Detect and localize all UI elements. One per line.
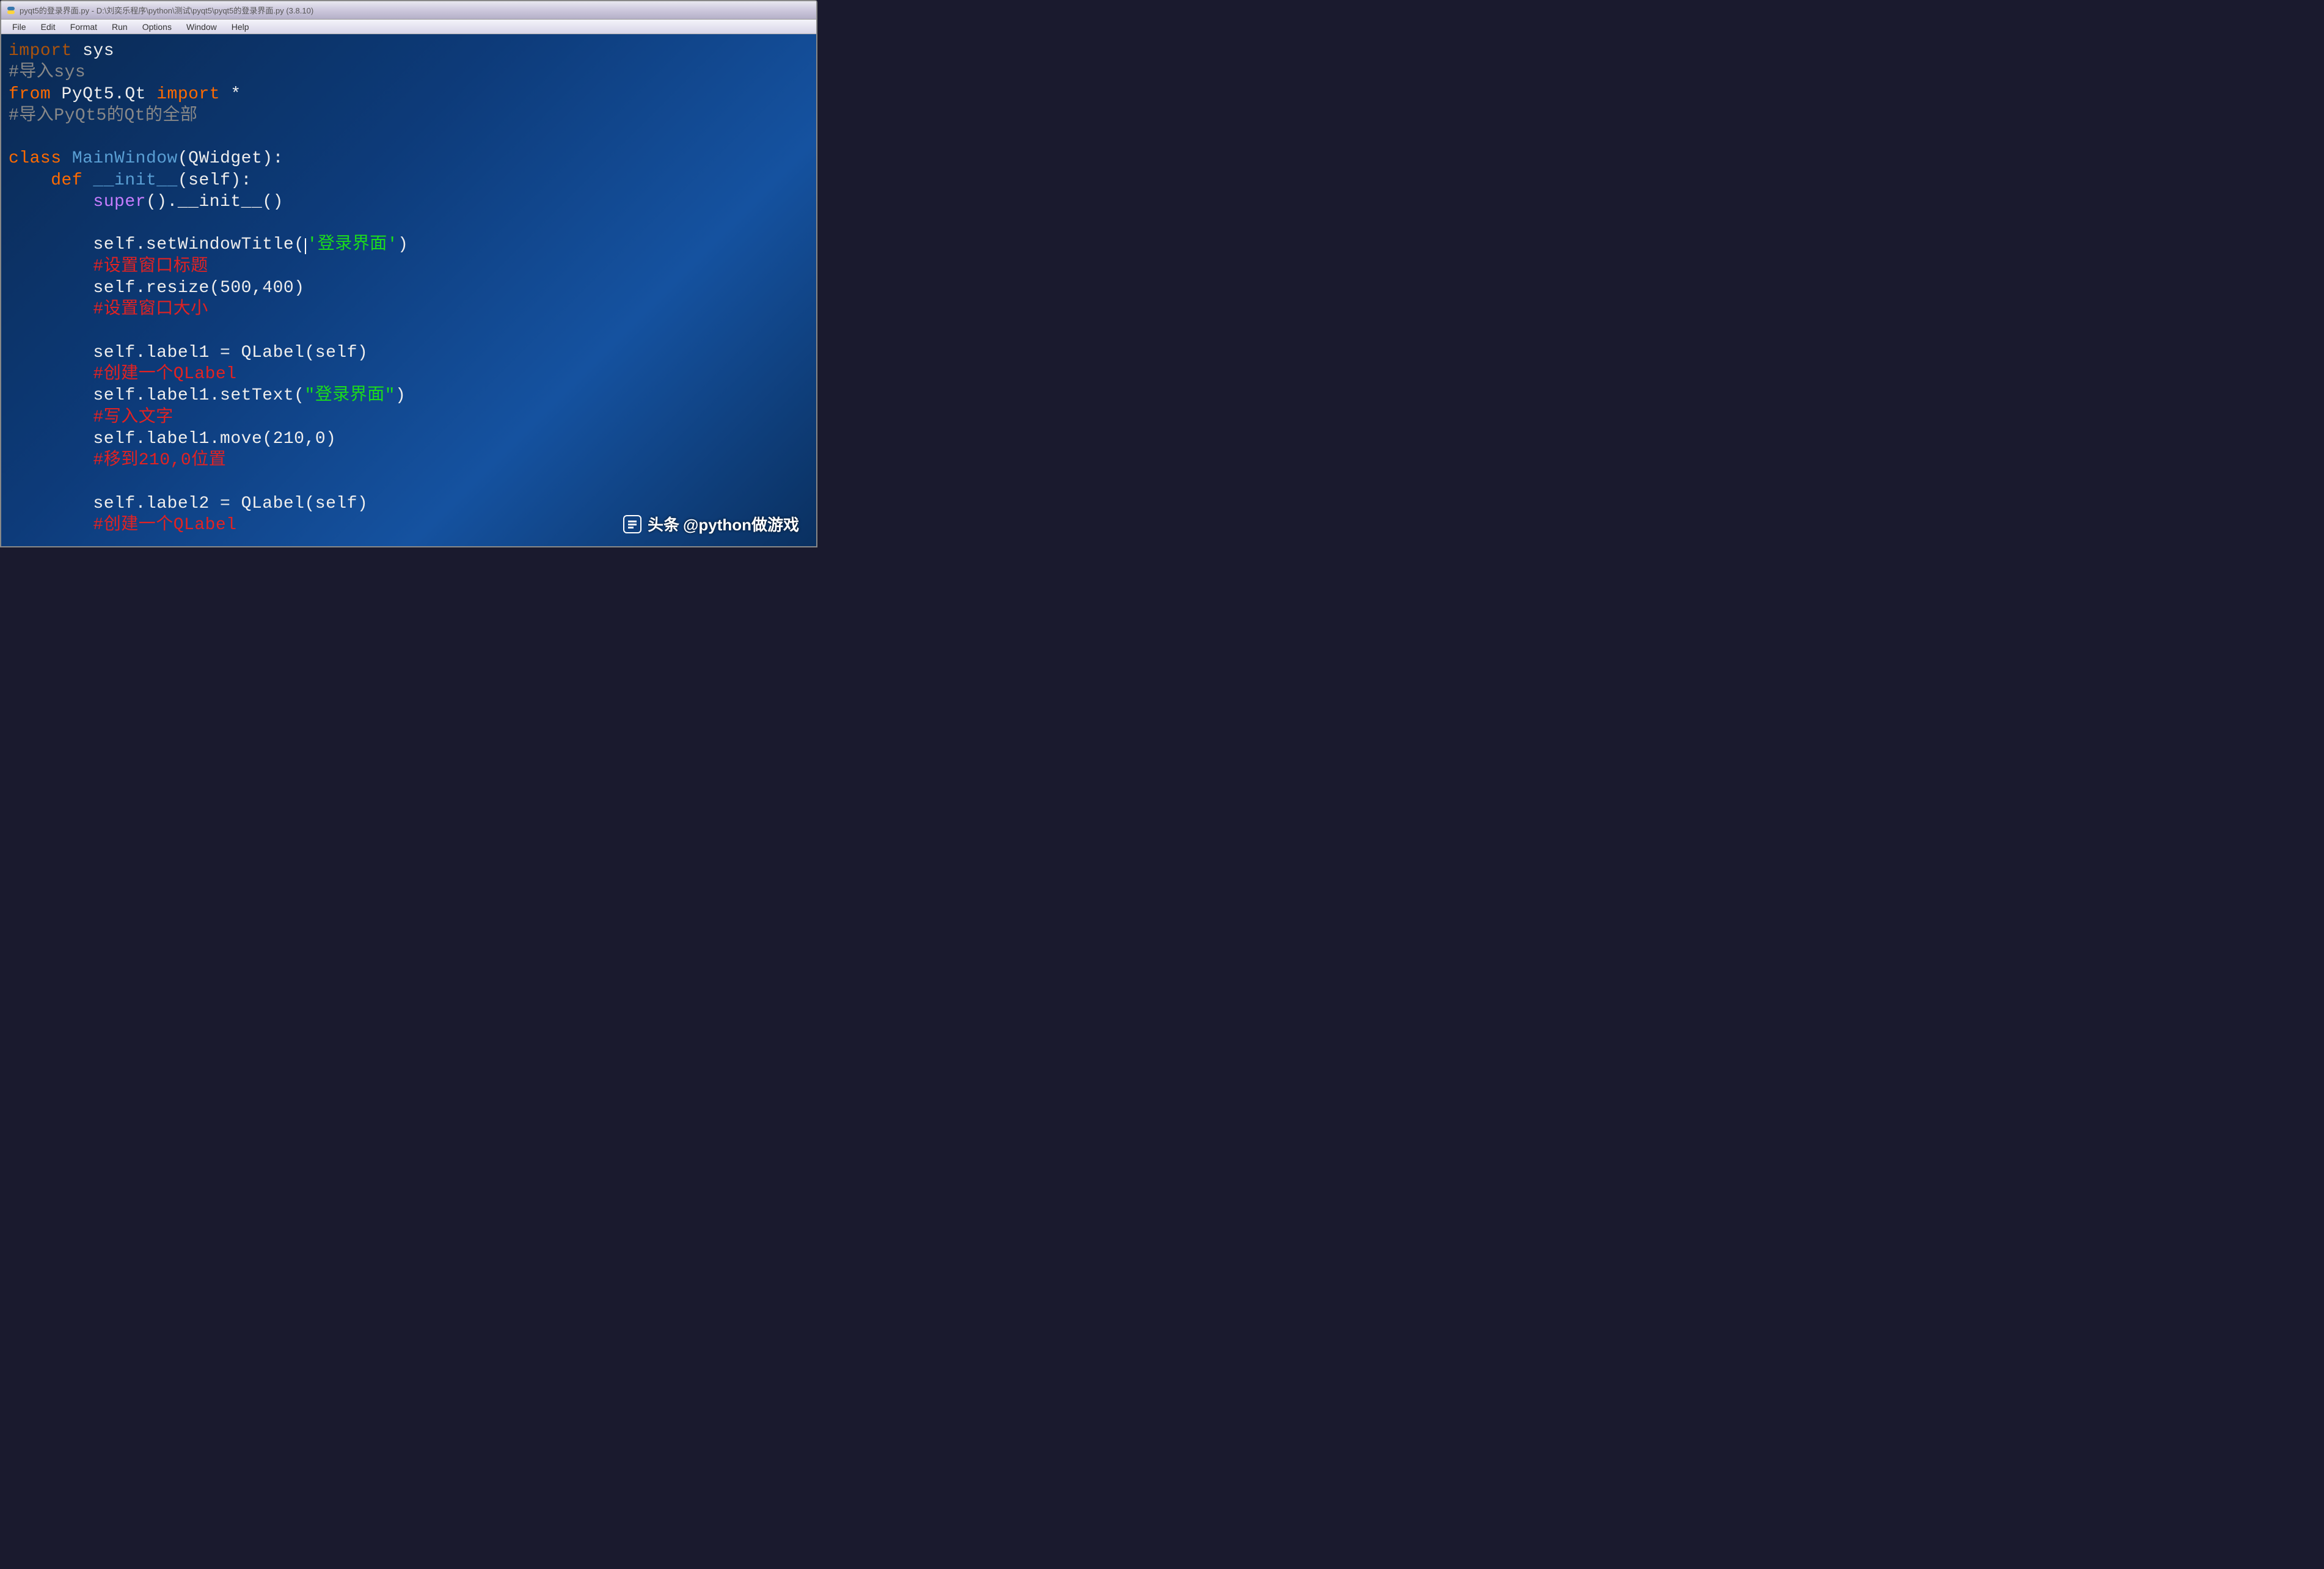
code-number: 400 [262, 279, 294, 298]
menu-window[interactable]: Window [179, 21, 224, 33]
code-token: def [9, 171, 82, 190]
code-string: "登录界面" [304, 386, 395, 405]
code-token: ().__init__() [146, 192, 283, 211]
watermark-handle: @python做游戏 [683, 513, 799, 535]
code-number: 210 [273, 430, 305, 448]
code-editor[interactable]: import sys #导入sys from PyQt5.Qt import *… [1, 34, 816, 546]
code-token: sys [72, 42, 114, 60]
idle-window: pyqt5的登录界面.py - D:\刘奕乐程序\python\测试\pyqt5… [0, 0, 817, 547]
code-token: import [156, 85, 220, 104]
code-comment: #创建一个QLabel [9, 365, 237, 384]
code-token: (QWidget): [178, 149, 283, 168]
code-token: self.label2 = QLabel(self) [9, 494, 368, 513]
code-comment: #移到210,0位置 [9, 451, 226, 470]
code-token: self.label1.move( [9, 430, 273, 448]
code-comment: #导入sys [9, 63, 86, 82]
code-number: 500 [220, 279, 252, 298]
code-token: import [9, 42, 72, 60]
menu-help[interactable]: Help [224, 21, 257, 33]
menu-edit[interactable]: Edit [34, 21, 63, 33]
watermark-brand: 头条 [648, 513, 679, 535]
code-token: super [9, 192, 146, 211]
code-token: from [9, 85, 51, 104]
code-token: ) [395, 386, 406, 405]
code-token: , [252, 279, 262, 298]
code-number: 0 [315, 430, 326, 448]
code-token: self.label1.setText( [9, 386, 304, 405]
menu-format[interactable]: Format [63, 21, 104, 33]
watermark: 头条 @python做游戏 [623, 513, 799, 535]
code-token: ) [294, 279, 304, 298]
titlebar[interactable]: pyqt5的登录界面.py - D:\刘奕乐程序\python\测试\pyqt5… [1, 1, 816, 20]
code-token: self.label1 = QLabel(self) [9, 343, 368, 362]
menubar: File Edit Format Run Options Window Help [1, 20, 816, 34]
code-token: self.setWindowTitle( [9, 235, 304, 254]
menu-run[interactable]: Run [104, 21, 135, 33]
code-string: '登录界面' [307, 235, 398, 254]
code-token: self.resize( [9, 279, 220, 298]
code-comment: #设置窗口大小 [9, 300, 208, 319]
code-token: * [220, 85, 241, 104]
code-token: PyQt5.Qt [51, 85, 156, 104]
window-title: pyqt5的登录界面.py - D:\刘奕乐程序\python\测试\pyqt5… [20, 4, 313, 16]
code-token: MainWindow [62, 149, 178, 168]
code-comment: #导入PyQt5的Qt的全部 [9, 106, 197, 125]
code-token: (self): [178, 171, 252, 190]
code-comment: #设置窗口标题 [9, 257, 208, 276]
code-token: ) [326, 430, 336, 448]
code-token: , [305, 430, 315, 448]
menu-file[interactable]: File [5, 21, 34, 33]
python-icon [6, 5, 16, 15]
code-token: __init__ [82, 171, 178, 190]
code-comment: #写入文字 [9, 408, 174, 427]
code-token: ) [398, 235, 408, 254]
toutiao-logo-icon [623, 515, 641, 533]
menu-options[interactable]: Options [135, 21, 179, 33]
code-comment: #创建一个QLabel [9, 516, 237, 535]
code-token: class [9, 149, 62, 168]
